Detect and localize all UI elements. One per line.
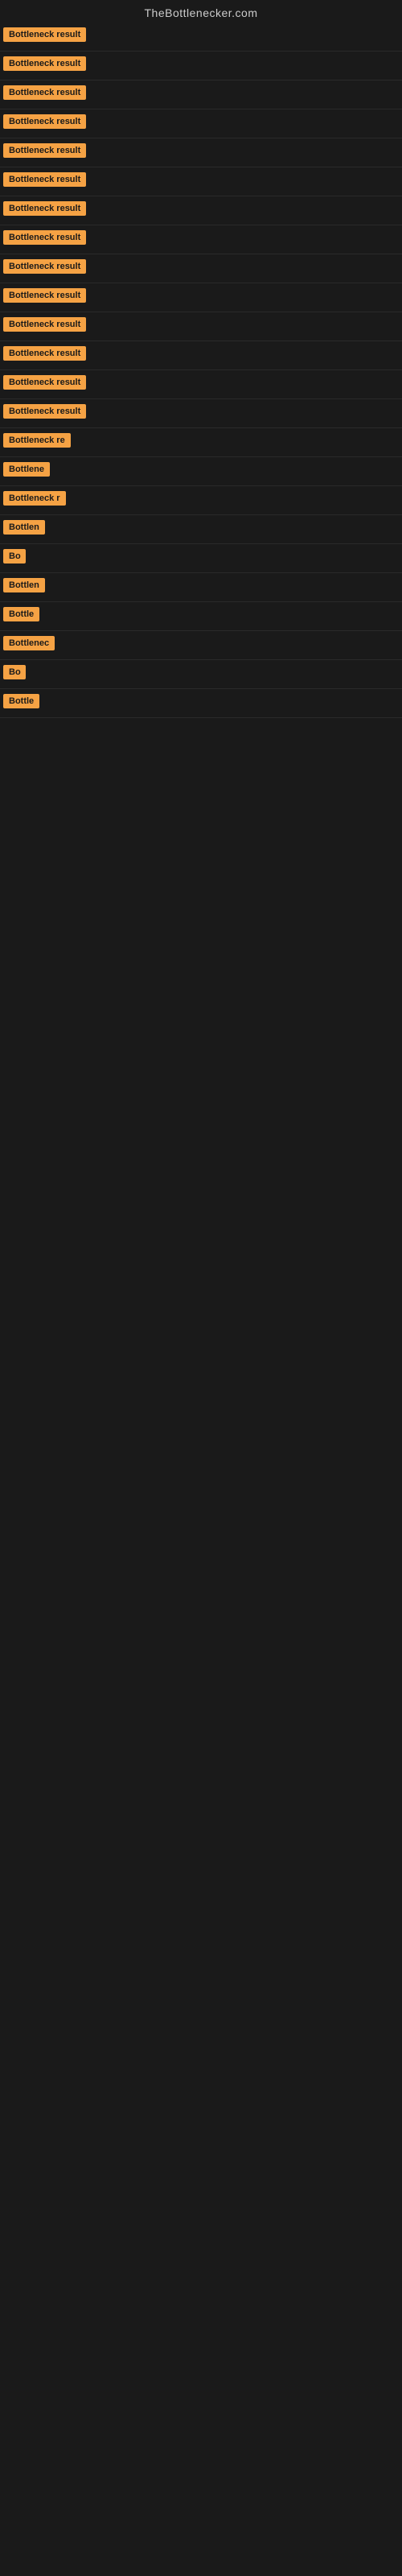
result-row: Bottle — [0, 602, 402, 631]
result-row: Bottleneck result — [0, 283, 402, 312]
result-row: Bottleneck result — [0, 23, 402, 52]
result-row: Bottleneck result — [0, 341, 402, 370]
site-title: TheBottlenecker.com — [0, 0, 402, 23]
result-row: Bottleneck result — [0, 196, 402, 225]
result-row: Bottleneck re — [0, 428, 402, 457]
bottleneck-badge[interactable]: Bottlene — [3, 462, 50, 477]
result-row: Bottlene — [0, 457, 402, 486]
bottleneck-badge[interactable]: Bottleneck result — [3, 375, 86, 390]
result-row: Bo — [0, 660, 402, 689]
result-row: Bottleneck r — [0, 486, 402, 515]
bottleneck-badge[interactable]: Bottlen — [3, 520, 45, 535]
result-row: Bottlen — [0, 515, 402, 544]
bottleneck-badge[interactable]: Bottleneck result — [3, 317, 86, 332]
bottleneck-badge[interactable]: Bottle — [3, 694, 39, 708]
bottleneck-badge[interactable]: Bottleneck result — [3, 172, 86, 187]
bottleneck-badge[interactable]: Bottleneck result — [3, 56, 86, 71]
bottleneck-badge[interactable]: Bottleneck result — [3, 230, 86, 245]
bottleneck-badge[interactable]: Bottleneck result — [3, 85, 86, 100]
result-row: Bottlen — [0, 573, 402, 602]
result-row: Bottlenec — [0, 631, 402, 660]
bottleneck-badge[interactable]: Bottleneck result — [3, 404, 86, 419]
result-row: Bottleneck result — [0, 370, 402, 399]
site-header: TheBottlenecker.com — [0, 0, 402, 23]
bottleneck-badge[interactable]: Bottleneck re — [3, 433, 71, 448]
result-row: Bo — [0, 544, 402, 573]
result-row: Bottleneck result — [0, 109, 402, 138]
bottleneck-badge[interactable]: Bottleneck result — [3, 346, 86, 361]
bottleneck-badge[interactable]: Bottlenec — [3, 636, 55, 650]
result-row: Bottleneck result — [0, 52, 402, 80]
result-row: Bottle — [0, 689, 402, 718]
result-row: Bottleneck result — [0, 167, 402, 196]
result-row: Bottleneck result — [0, 138, 402, 167]
results-list: Bottleneck result Bottleneck result Bottle… — [0, 23, 402, 718]
bottleneck-badge[interactable]: Bottleneck result — [3, 114, 86, 129]
result-row: Bottleneck result — [0, 312, 402, 341]
result-row: Bottleneck result — [0, 225, 402, 254]
bottleneck-badge[interactable]: Bottle — [3, 607, 39, 621]
bottleneck-badge[interactable]: Bottlen — [3, 578, 45, 592]
bottleneck-badge[interactable]: Bottleneck result — [3, 201, 86, 216]
result-row: Bottleneck result — [0, 254, 402, 283]
bottleneck-badge[interactable]: Bo — [3, 549, 26, 564]
bottleneck-badge[interactable]: Bottleneck result — [3, 27, 86, 42]
bottleneck-badge[interactable]: Bottleneck r — [3, 491, 66, 506]
result-row: Bottleneck result — [0, 80, 402, 109]
bottleneck-badge[interactable]: Bottleneck result — [3, 259, 86, 274]
bottleneck-badge[interactable]: Bottleneck result — [3, 143, 86, 158]
bottleneck-badge[interactable]: Bottleneck result — [3, 288, 86, 303]
result-row: Bottleneck result — [0, 399, 402, 428]
bottleneck-badge[interactable]: Bo — [3, 665, 26, 679]
